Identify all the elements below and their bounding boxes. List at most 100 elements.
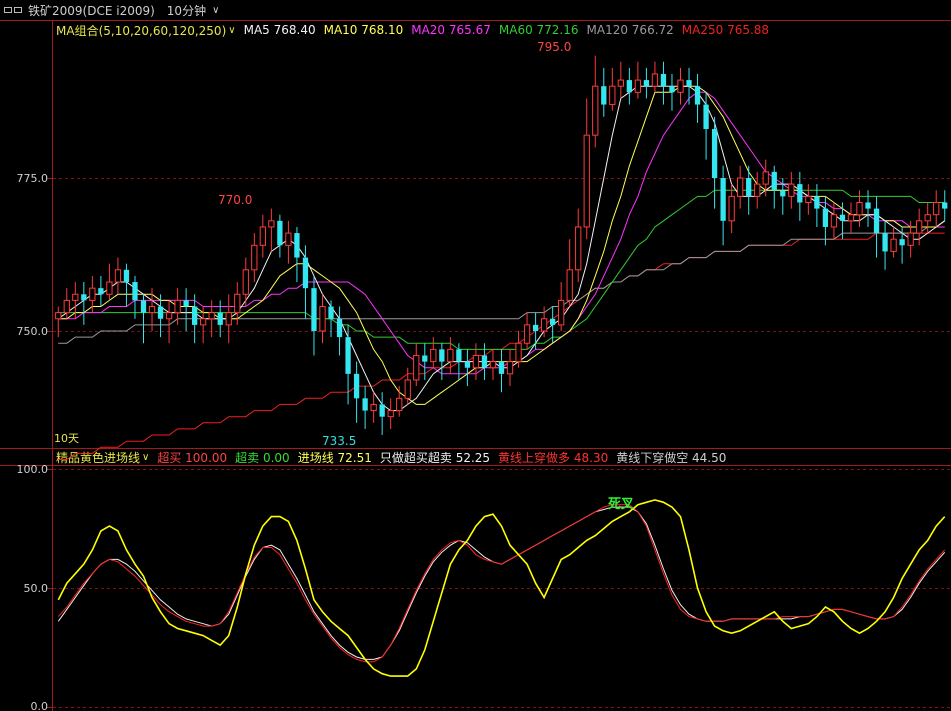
candle-body-down: [328, 306, 334, 319]
candle-body-down: [720, 178, 726, 221]
candle-body-up: [737, 177, 744, 197]
candle-body-down: [532, 324, 539, 331]
candle-body-up: [165, 312, 173, 320]
days-label: 10天: [54, 432, 79, 445]
candle-body-down: [660, 73, 667, 87]
candle-body-down: [183, 300, 189, 307]
candle-body-up: [319, 306, 326, 332]
candle-body-up: [609, 85, 616, 106]
candle-body-down: [780, 190, 786, 197]
candle-body-down: [550, 318, 556, 325]
candle-body-down: [439, 349, 445, 362]
candle-body-up: [89, 287, 96, 301]
candle-body-down: [353, 373, 360, 399]
candle-body-up: [447, 348, 454, 363]
candle-body-down: [192, 306, 198, 325]
kline-chart[interactable]: 775.0 750.0 100.0 50.0 0.0 770.0 795.0 7…: [0, 0, 951, 711]
osc-tick-0: 0.0: [31, 700, 49, 711]
candle-body-up: [174, 299, 181, 314]
candle-body-down: [822, 208, 829, 227]
candle-body-up: [106, 281, 113, 295]
candle-body-down: [669, 86, 675, 93]
candle-body-up: [754, 183, 761, 197]
candle-body-up: [575, 226, 582, 271]
candle-body-up: [234, 293, 241, 314]
candle-body-down: [217, 312, 223, 325]
candle-body-up: [916, 220, 923, 234]
candle-body-down: [865, 202, 871, 209]
candle-body-up: [523, 324, 531, 344]
candle-body-up: [72, 293, 79, 301]
candle-body-down: [132, 282, 138, 301]
candle-body-down: [873, 208, 880, 234]
candle-body-up: [208, 312, 215, 320]
candle-body-down: [882, 233, 888, 252]
ma120-line: [58, 226, 945, 344]
candle-body-down: [379, 404, 385, 417]
osc-series-2-line: [57, 506, 946, 660]
candle-body-up: [506, 361, 514, 375]
high-label-770: 770.0: [218, 193, 252, 207]
candle-body-up: [225, 312, 232, 326]
candle-body-down: [797, 184, 803, 203]
candle-body-up: [404, 379, 411, 399]
candle-body-down: [277, 220, 283, 246]
ma-lines: [58, 85, 945, 460]
candle-body-up: [907, 232, 914, 246]
osc-tick-50: 50.0: [24, 582, 49, 595]
candle-body-up: [677, 79, 684, 93]
price-tick-750: 750.0: [17, 325, 49, 338]
candle-body-down: [643, 80, 650, 87]
candle-body-up: [200, 318, 207, 326]
osc-series-1-line: [57, 504, 946, 663]
candle-body-up: [856, 201, 863, 216]
candle-body-up: [114, 269, 122, 283]
candle-body-up: [933, 201, 940, 216]
candle-body-down: [422, 355, 428, 362]
candle-body-down: [345, 337, 351, 374]
candle-body-down: [481, 355, 488, 368]
candle-body-down: [81, 294, 87, 301]
oscillator-grid: [46, 469, 951, 708]
candle-body-up: [634, 79, 642, 93]
candle-body-down: [157, 306, 164, 319]
candle-body-up: [566, 269, 573, 301]
candle-body-up: [830, 214, 838, 228]
candle-body-up: [728, 195, 735, 222]
candle-body-up: [251, 244, 258, 271]
candle-body-up: [148, 306, 156, 314]
candle-body-up: [558, 299, 565, 326]
candle-body-up: [242, 269, 249, 295]
candle-body-up: [430, 348, 437, 363]
candle-body-down: [711, 129, 718, 178]
candle-body-up: [55, 312, 62, 320]
candle-body-up: [762, 171, 769, 185]
candle-body-up: [847, 214, 855, 222]
candle-body-up: [805, 195, 812, 203]
candle-body-down: [362, 398, 368, 411]
candle-body-down: [703, 104, 709, 130]
candle-body-down: [746, 178, 752, 197]
osc-tick-100: 100.0: [17, 463, 49, 476]
candle-body-up: [268, 220, 275, 228]
candle-body-up: [396, 397, 403, 412]
candle-body-down: [456, 349, 462, 362]
candle-body-down: [899, 239, 905, 246]
dead-cross-label: 死叉: [608, 497, 635, 512]
candle-body-up: [259, 226, 266, 246]
candle-body-down: [498, 361, 505, 374]
candle-body-up: [583, 134, 590, 228]
candle-body-down: [140, 300, 147, 313]
candle-body-down: [311, 288, 317, 331]
candle-body-down: [123, 269, 130, 283]
high-label-795: 795.0: [537, 40, 571, 54]
candle-body-up: [489, 361, 497, 369]
candle-body-down: [336, 318, 343, 338]
candle-body-down: [686, 80, 692, 87]
candle-body-up: [924, 214, 931, 222]
candle-body-up: [387, 410, 394, 418]
candles: [55, 55, 948, 436]
ma250-line: [58, 232, 945, 460]
candle-body-down: [626, 80, 632, 93]
candle-body-up: [285, 232, 292, 246]
